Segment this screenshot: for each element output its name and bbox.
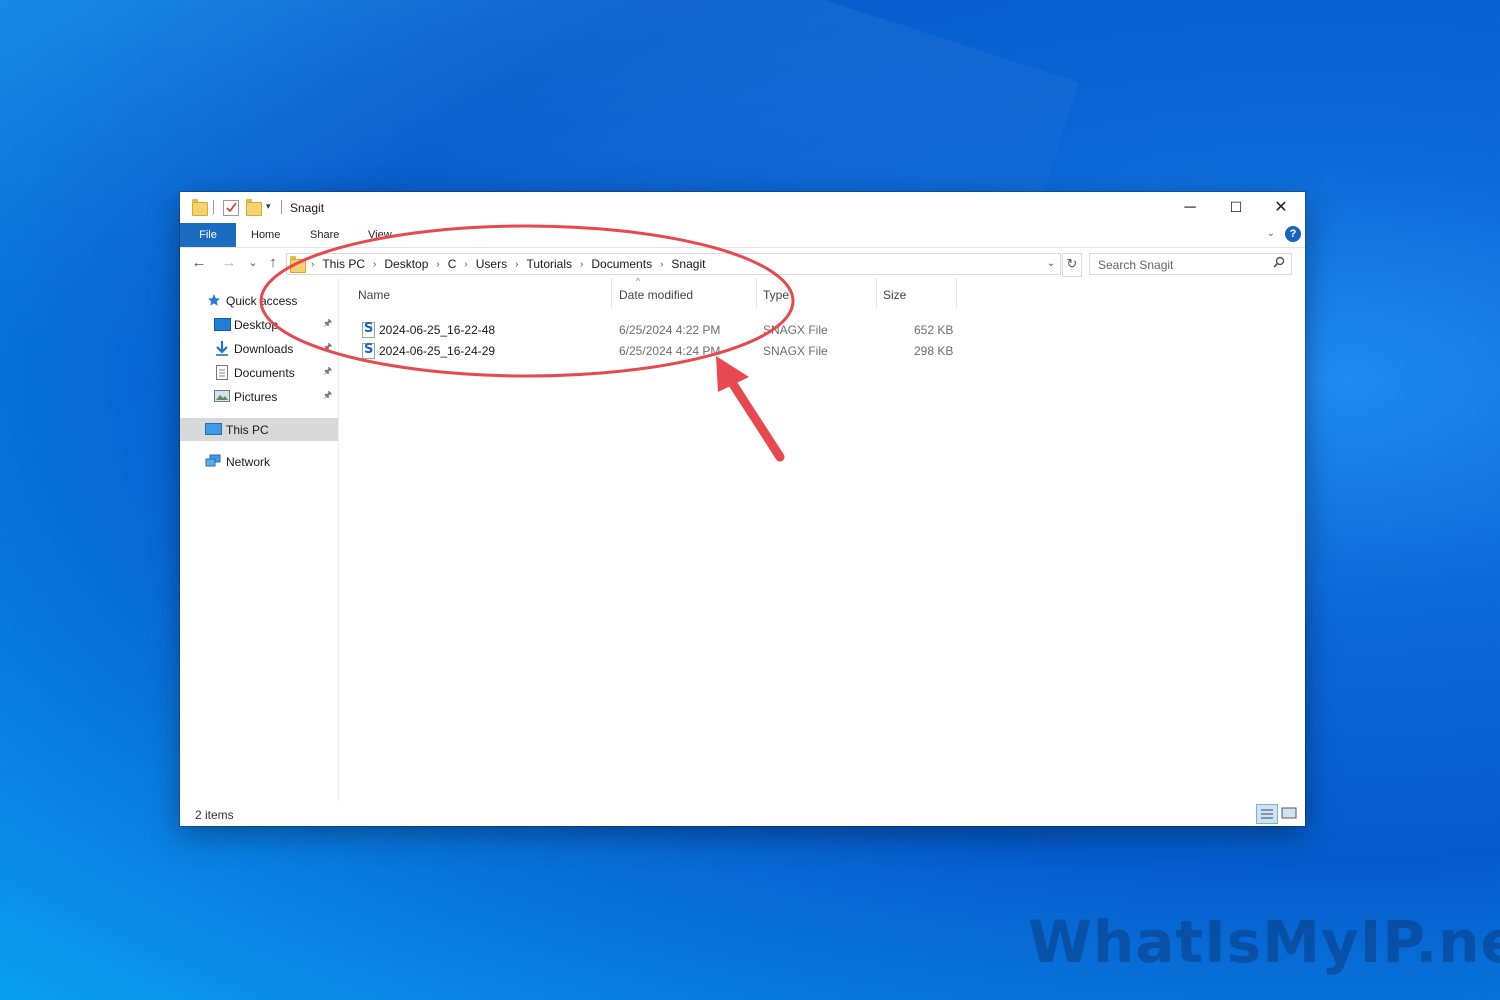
file-size: 298 KB bbox=[914, 344, 954, 358]
breadcrumb: › This PC › Desktop › C › Users › Tutorials › Docum… bbox=[309, 254, 711, 274]
file-name: 2024-06-25_16-22-48 bbox=[379, 323, 496, 337]
back-button[interactable]: ← bbox=[190, 254, 208, 272]
tab-home[interactable]: Home bbox=[237, 223, 294, 247]
navigation-pane: Quick access Desktop 🖈 Downloads 🖈 Docum… bbox=[180, 278, 339, 801]
details-view-button[interactable] bbox=[1256, 804, 1278, 824]
ribbon: File Home Share View ⌄ ? bbox=[180, 223, 1305, 248]
tab-file[interactable]: File bbox=[180, 223, 236, 247]
customize-quick-access-icon[interactable]: ▾ bbox=[266, 201, 271, 217]
divider bbox=[213, 200, 214, 214]
address-bar[interactable]: › This PC › Desktop › C › Users › Tutorials › Docum… bbox=[286, 253, 1061, 275]
breadcrumb-item[interactable]: Documents bbox=[585, 257, 658, 271]
item-count: 2 items bbox=[195, 808, 234, 822]
computer-icon bbox=[205, 423, 222, 435]
nav-label: This PC bbox=[226, 422, 269, 437]
tab-view[interactable]: View bbox=[354, 223, 406, 247]
desktop-icon bbox=[214, 318, 231, 331]
breadcrumb-separator-icon[interactable]: › bbox=[513, 259, 520, 270]
breadcrumb-item[interactable]: This PC bbox=[316, 257, 371, 271]
forward-button[interactable]: → bbox=[220, 254, 238, 272]
pin-icon: 🖈 bbox=[323, 390, 333, 401]
file-type: SNAGX File bbox=[763, 344, 828, 358]
file-date: 6/25/2024 4:24 PM bbox=[619, 344, 721, 358]
breadcrumb-separator-icon[interactable]: › bbox=[371, 259, 378, 270]
star-icon bbox=[207, 293, 223, 307]
title-bar: ▾ Snagit ─ ☐ ✕ bbox=[180, 192, 1305, 223]
pictures-icon bbox=[214, 390, 230, 402]
minimize-button[interactable]: ─ bbox=[1167, 192, 1213, 223]
table-row[interactable]: S 2024-06-25_16-24-29 6/25/2024 4:24 PM … bbox=[356, 340, 956, 361]
column-header-size[interactable]: Size bbox=[877, 278, 957, 308]
column-header-type[interactable]: Type bbox=[757, 278, 877, 308]
snagit-file-icon: S bbox=[362, 342, 375, 359]
pin-icon: 🖈 bbox=[323, 318, 333, 329]
nav-quick-access[interactable]: Quick access bbox=[180, 289, 338, 312]
refresh-button[interactable]: ↻ bbox=[1062, 253, 1082, 277]
help-icon[interactable]: ? bbox=[1285, 226, 1301, 242]
up-button[interactable]: ↑ bbox=[264, 254, 282, 272]
nav-label: Pictures bbox=[234, 389, 278, 404]
divider bbox=[281, 200, 282, 214]
large-icons-view-button[interactable] bbox=[1279, 804, 1299, 822]
nav-network[interactable]: Network bbox=[180, 450, 338, 473]
column-header-name[interactable]: Name bbox=[340, 278, 612, 308]
file-explorer-window: ▾ Snagit ─ ☐ ✕ File Home Share View ⌄ ? … bbox=[180, 192, 1305, 826]
tab-share[interactable]: Share bbox=[296, 223, 353, 247]
maximize-button[interactable]: ☐ bbox=[1213, 192, 1259, 223]
nav-pictures[interactable]: Pictures 🖈 bbox=[180, 385, 338, 408]
properties-icon[interactable] bbox=[223, 200, 239, 216]
breadcrumb-item[interactable]: C bbox=[442, 257, 463, 271]
snagit-file-icon: S bbox=[362, 321, 375, 338]
nav-desktop[interactable]: Desktop 🖈 bbox=[180, 313, 338, 336]
file-type: SNAGX File bbox=[763, 323, 828, 337]
breadcrumb-item[interactable]: Snagit bbox=[665, 257, 711, 271]
breadcrumb-separator-icon[interactable]: › bbox=[434, 259, 441, 270]
breadcrumb-item[interactable]: Tutorials bbox=[520, 257, 578, 271]
network-icon bbox=[205, 454, 221, 468]
watermark-logo: WhatIsMyIP.net bbox=[1028, 908, 1500, 976]
window-title: Snagit bbox=[290, 201, 325, 215]
address-dropdown-icon[interactable]: ⌄ bbox=[1044, 254, 1058, 274]
file-date: 6/25/2024 4:22 PM bbox=[619, 323, 721, 337]
file-size: 652 KB bbox=[914, 323, 954, 337]
breadcrumb-separator-icon[interactable]: › bbox=[658, 259, 665, 270]
nav-label: Network bbox=[226, 454, 271, 469]
column-header-date[interactable]: Date modified bbox=[612, 278, 757, 308]
nav-label: Downloads bbox=[234, 341, 294, 356]
navigation-bar: ← → ⌄ ↑ › This PC › Desktop › C › Users › Tutoria… bbox=[180, 248, 1305, 278]
download-arrow-icon bbox=[214, 340, 230, 356]
search-input[interactable] bbox=[1096, 256, 1270, 274]
breadcrumb-separator-icon[interactable]: › bbox=[578, 259, 585, 270]
file-list: ^ Name Date modified Type Size S 2024-06… bbox=[340, 276, 1305, 801]
expand-ribbon-icon[interactable]: ⌄ bbox=[1267, 228, 1275, 239]
breadcrumb-item[interactable]: Users bbox=[470, 257, 513, 271]
nav-downloads[interactable]: Downloads 🖈 bbox=[180, 337, 338, 360]
breadcrumb-separator-icon[interactable]: › bbox=[309, 259, 316, 270]
status-bar: 2 items bbox=[180, 801, 1305, 826]
search-box[interactable] bbox=[1089, 253, 1292, 275]
nav-label: Documents bbox=[234, 365, 295, 380]
breadcrumb-item[interactable]: Desktop bbox=[378, 257, 434, 271]
pin-icon: 🖈 bbox=[323, 366, 333, 377]
nav-documents[interactable]: Documents 🖈 bbox=[180, 361, 338, 384]
table-row[interactable]: S 2024-06-25_16-22-48 6/25/2024 4:22 PM … bbox=[356, 319, 956, 340]
pin-icon: 🖈 bbox=[323, 342, 333, 353]
close-button[interactable]: ✕ bbox=[1258, 192, 1304, 223]
nav-label: Quick access bbox=[226, 293, 298, 308]
file-name: 2024-06-25_16-24-29 bbox=[379, 344, 496, 358]
documents-icon bbox=[216, 365, 228, 380]
search-icon bbox=[1273, 256, 1285, 271]
nav-label: Desktop bbox=[234, 317, 279, 332]
breadcrumb-separator-icon[interactable]: › bbox=[462, 259, 469, 270]
nav-this-pc[interactable]: This PC bbox=[180, 418, 338, 441]
recent-locations-button[interactable]: ⌄ bbox=[244, 254, 262, 272]
